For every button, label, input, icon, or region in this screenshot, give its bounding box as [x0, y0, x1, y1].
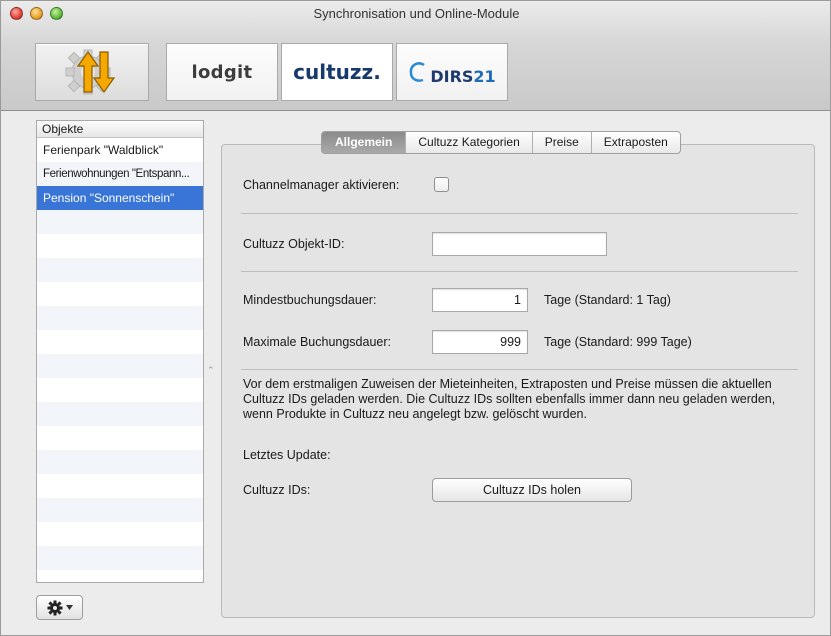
- window-title: Synchronisation und Online-Module: [313, 6, 520, 21]
- objekt-id-field[interactable]: [432, 232, 607, 256]
- list-header-objekte[interactable]: Objekte: [37, 121, 203, 138]
- list-row-empty: [37, 306, 203, 330]
- list-row-empty: [37, 282, 203, 306]
- split-view-handle[interactable]: ⌃: [207, 365, 215, 376]
- list-row-empty: [37, 402, 203, 426]
- list-row-empty: [37, 330, 203, 354]
- info-text: Vor dem erstmaligen Zuweisen der Mietein…: [243, 377, 776, 421]
- list-row-empty: [37, 378, 203, 402]
- cultuzz-module-button[interactable]: cultuzz.: [281, 43, 393, 101]
- dirs21-module-button[interactable]: DIRS21: [396, 43, 508, 101]
- list-row-empty: [37, 234, 203, 258]
- separator: [241, 213, 798, 214]
- tab-cultuzz-kategorien[interactable]: Cultuzz Kategorien: [406, 132, 533, 153]
- cultuzz-logo: cultuzz.: [293, 60, 381, 84]
- list-row-empty: [37, 546, 203, 570]
- channelmanager-label: Channelmanager aktivieren:: [243, 178, 400, 192]
- sync-module-button[interactable]: [35, 43, 149, 101]
- tab-preise[interactable]: Preise: [533, 132, 592, 153]
- max-hint: Tage (Standard: 999 Tage): [544, 335, 692, 349]
- dirs21-logo: DIRS21: [408, 59, 496, 86]
- gear-icon: [47, 600, 62, 615]
- lodgit-module-button[interactable]: lodgit: [166, 43, 278, 101]
- separator: [241, 271, 798, 272]
- list-item[interactable]: Ferienpark "Waldblick": [37, 138, 203, 162]
- list-row-empty: [37, 522, 203, 546]
- tab-extraposten[interactable]: Extraposten: [592, 132, 680, 153]
- lodgit-logo: lodgit: [191, 61, 253, 83]
- list-item-selected[interactable]: Pension "Sonnenschein": [37, 186, 203, 210]
- separator: [241, 369, 798, 370]
- mindest-label: Mindestbuchungsdauer:: [243, 293, 377, 307]
- max-label: Maximale Buchungsdauer:: [243, 335, 391, 349]
- objects-list: Objekte Ferienpark "Waldblick" Ferienwoh…: [36, 120, 204, 583]
- mindest-field[interactable]: 1: [432, 288, 528, 312]
- list-row-empty: [37, 258, 203, 282]
- fetch-cultuzz-ids-button[interactable]: Cultuzz IDs holen: [432, 478, 632, 502]
- chevron-down-icon: [65, 605, 73, 610]
- cultuzz-ids-label: Cultuzz IDs:: [243, 483, 311, 497]
- max-field[interactable]: 999: [432, 330, 528, 354]
- list-row-empty: [37, 570, 203, 582]
- dirs-logo-text: DIRS: [430, 66, 474, 86]
- sync-window: Synchronisation und Online-Module lodgit…: [0, 0, 831, 636]
- list-row-empty: [37, 354, 203, 378]
- list-row-empty: [37, 474, 203, 498]
- dirs-logo-number: 21: [473, 66, 496, 86]
- sync-gear-icon: [65, 49, 116, 95]
- list-row-empty: [37, 210, 203, 234]
- title-bar: Synchronisation und Online-Module lodgit…: [1, 1, 830, 111]
- objekt-id-label: Cultuzz Objekt-ID:: [243, 237, 345, 251]
- action-menu-button[interactable]: [36, 595, 83, 620]
- channelmanager-checkbox[interactable]: [434, 177, 449, 192]
- mindest-hint: Tage (Standard: 1 Tag): [544, 293, 671, 307]
- tab-allgemein[interactable]: Allgemein: [322, 132, 407, 153]
- tab-bar: Allgemein Cultuzz Kategorien Preise Extr…: [321, 131, 681, 154]
- list-row-empty: [37, 450, 203, 474]
- list-row-empty: [37, 426, 203, 450]
- letztes-update-label: Letztes Update:: [243, 448, 331, 462]
- list-row-empty: [37, 498, 203, 522]
- cloud-icon: [410, 62, 426, 82]
- list-item[interactable]: Ferienwohnungen "Entspann...: [37, 162, 203, 186]
